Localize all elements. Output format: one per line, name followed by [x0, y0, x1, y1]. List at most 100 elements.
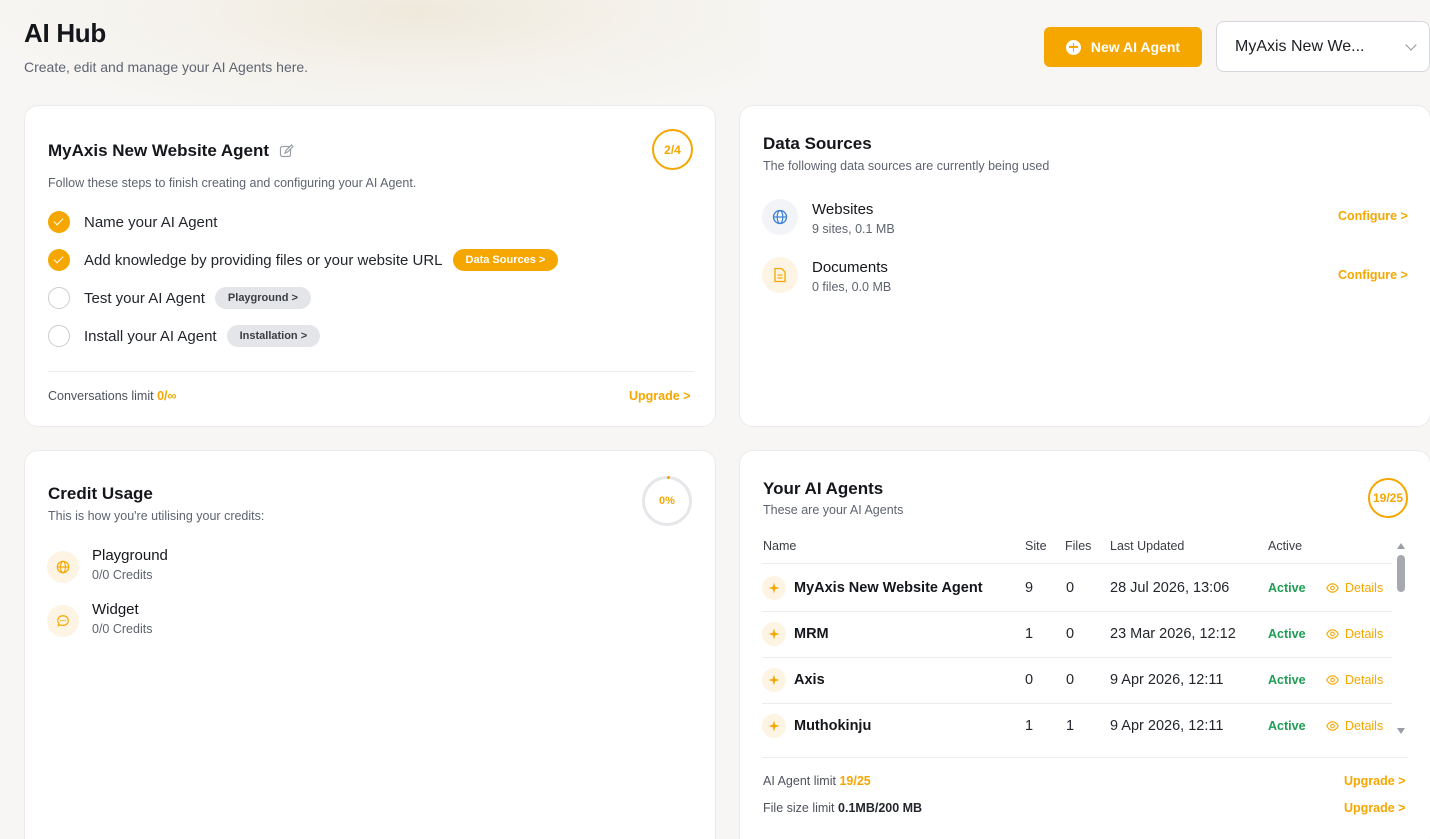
page-title: AI Hub: [24, 18, 106, 48]
sparkle-icon: [762, 622, 786, 646]
ai-agent-limit: AI Agent limit 19/25: [763, 774, 871, 788]
credit-item-widget: Widget 0/0 Credits: [47, 601, 152, 637]
credit-item-meta: 0/0 Credits: [92, 622, 153, 636]
agent-select-dropdown[interactable]: MyAxis New We...: [1216, 21, 1430, 72]
agent-name: Axis: [794, 672, 825, 688]
ai-agents-subtitle: These are your AI Agents: [763, 503, 904, 517]
file-size-limit: File size limit 0.1MB/200 MB: [763, 801, 922, 815]
sparkle-icon: [762, 668, 786, 692]
credit-usage-title: Credit Usage: [48, 484, 153, 503]
details-label: Details: [1345, 627, 1384, 641]
step-test-agent: Test your AI Agent Playground >: [48, 287, 311, 309]
globe-icon: [762, 199, 798, 235]
new-ai-agent-label: New AI Agent: [1090, 39, 1181, 55]
sparkle-icon: [762, 576, 786, 600]
data-sources-pill-button[interactable]: Data Sources >: [452, 249, 559, 271]
credit-item-name: Widget: [92, 601, 139, 618]
page-subtitle: Create, edit and manage your AI Agents h…: [24, 59, 309, 75]
scroll-down-arrow-icon[interactable]: [1397, 728, 1405, 734]
column-header-last-updated: Last Updated: [1110, 539, 1185, 553]
agents-count-ring: 19/25: [1368, 478, 1408, 518]
configure-documents-link[interactable]: Configure >: [1338, 268, 1408, 282]
credit-usage-subtitle: This is how you're utilising your credit…: [48, 509, 265, 523]
agents-table-scrollbar[interactable]: [1394, 539, 1406, 739]
details-link[interactable]: Details: [1326, 673, 1383, 687]
table-row[interactable]: MRM 1 0 23 Mar 2026, 12:12 Active Detail…: [762, 611, 1392, 657]
column-header-active: Active: [1268, 539, 1303, 553]
details-link[interactable]: Details: [1326, 719, 1383, 733]
setup-agent-name: MyAxis New Website Agent: [48, 141, 270, 160]
agent-site: 9: [1025, 580, 1034, 596]
step-label: Name your AI Agent: [84, 213, 218, 231]
setup-card-title: MyAxis New Website Agent: [48, 141, 294, 161]
playground-pill-button[interactable]: Playground >: [214, 287, 311, 309]
status-badge: Active: [1268, 673, 1306, 687]
ai-agents-title: Your AI Agents: [763, 479, 884, 498]
agent-files: 0: [1066, 580, 1075, 596]
agent-select-value: MyAxis New We...: [1235, 37, 1365, 55]
upgrade-agents-link[interactable]: Upgrade >: [1344, 774, 1405, 788]
upgrade-link[interactable]: Upgrade >: [629, 389, 690, 403]
data-sources-title: Data Sources: [763, 134, 872, 153]
status-badge: Active: [1268, 719, 1306, 733]
details-label: Details: [1345, 719, 1384, 733]
table-row[interactable]: Muthokinju 1 1 9 Apr 2026, 12:11 Active …: [762, 703, 1392, 749]
edit-icon[interactable]: [279, 143, 294, 159]
setup-progress-ring: 2/4: [652, 129, 693, 170]
step-label: Install your AI Agent: [84, 327, 217, 345]
check-circle-icon: [48, 211, 70, 233]
sparkle-icon: [762, 714, 786, 738]
eye-icon: [1326, 583, 1339, 593]
details-link[interactable]: Details: [1326, 627, 1383, 641]
column-header-name: Name: [763, 539, 797, 553]
agent-files: 0: [1066, 672, 1075, 688]
agent-last-updated: 9 Apr 2026, 12:11: [1110, 672, 1224, 688]
scroll-up-arrow-icon[interactable]: [1397, 543, 1405, 549]
details-link[interactable]: Details: [1326, 581, 1383, 595]
conversations-limit-label: Conversations limit: [48, 389, 154, 403]
credit-item-meta: 0/0 Credits: [92, 568, 153, 582]
agent-last-updated: 23 Mar 2026, 12:12: [1110, 626, 1236, 642]
ai-agent-limit-value: 19/25: [839, 774, 871, 788]
globe-icon: [47, 551, 79, 583]
credit-item-name: Playground: [92, 547, 168, 564]
new-ai-agent-button[interactable]: New AI Agent: [1044, 27, 1202, 67]
empty-circle-icon: [48, 287, 70, 309]
details-label: Details: [1345, 673, 1384, 687]
agent-site: 0: [1025, 672, 1034, 688]
chevron-down-icon: [1405, 38, 1417, 51]
agent-name: MyAxis New Website Agent: [794, 580, 983, 596]
check-circle-icon: [48, 249, 70, 271]
details-label: Details: [1345, 581, 1384, 595]
file-size-limit-value: 0.1MB/200 MB: [838, 801, 923, 815]
table-row[interactable]: MyAxis New Website Agent 9 0 28 Jul 2026…: [762, 565, 1392, 611]
data-source-name: Documents: [812, 259, 888, 276]
status-badge: Active: [1268, 627, 1306, 641]
ai-agents-card: Your AI Agents These are your AI Agents …: [739, 450, 1430, 839]
step-add-knowledge: Add knowledge by providing files or your…: [48, 249, 559, 271]
conversations-limit: Conversations limit 0/∞: [48, 389, 176, 403]
agent-site: 1: [1025, 626, 1034, 642]
ai-agent-limit-label: AI Agent limit: [763, 774, 836, 788]
configure-websites-link[interactable]: Configure >: [1338, 209, 1408, 223]
plus-circle-icon: [1065, 39, 1081, 55]
table-header-divider: [762, 563, 1392, 564]
table-row[interactable]: Axis 0 0 9 Apr 2026, 12:11 Active Detail…: [762, 657, 1392, 703]
agent-setup-card: MyAxis New Website Agent 2/4 Follow thes…: [24, 105, 716, 427]
file-size-limit-label: File size limit: [763, 801, 835, 815]
data-sources-subtitle: The following data sources are currently…: [763, 159, 1050, 173]
installation-pill-button[interactable]: Installation >: [226, 325, 321, 347]
upgrade-storage-link[interactable]: Upgrade >: [1344, 801, 1405, 815]
scrollbar-thumb[interactable]: [1397, 555, 1405, 592]
empty-circle-icon: [48, 325, 70, 347]
step-install-agent: Install your AI Agent Installation >: [48, 325, 321, 347]
data-source-meta: 0 files, 0.0 MB: [812, 280, 892, 294]
data-source-meta: 9 sites, 0.1 MB: [812, 222, 895, 236]
column-header-files: Files: [1065, 539, 1092, 553]
document-icon: [762, 257, 798, 293]
column-header-site: Site: [1025, 539, 1047, 553]
credit-usage-card: Credit Usage This is how you're utilisin…: [24, 450, 716, 839]
agent-site: 1: [1025, 718, 1034, 734]
agent-name: MRM: [794, 626, 829, 642]
page-header: AI Hub Create, edit and manage your AI A…: [24, 18, 308, 75]
